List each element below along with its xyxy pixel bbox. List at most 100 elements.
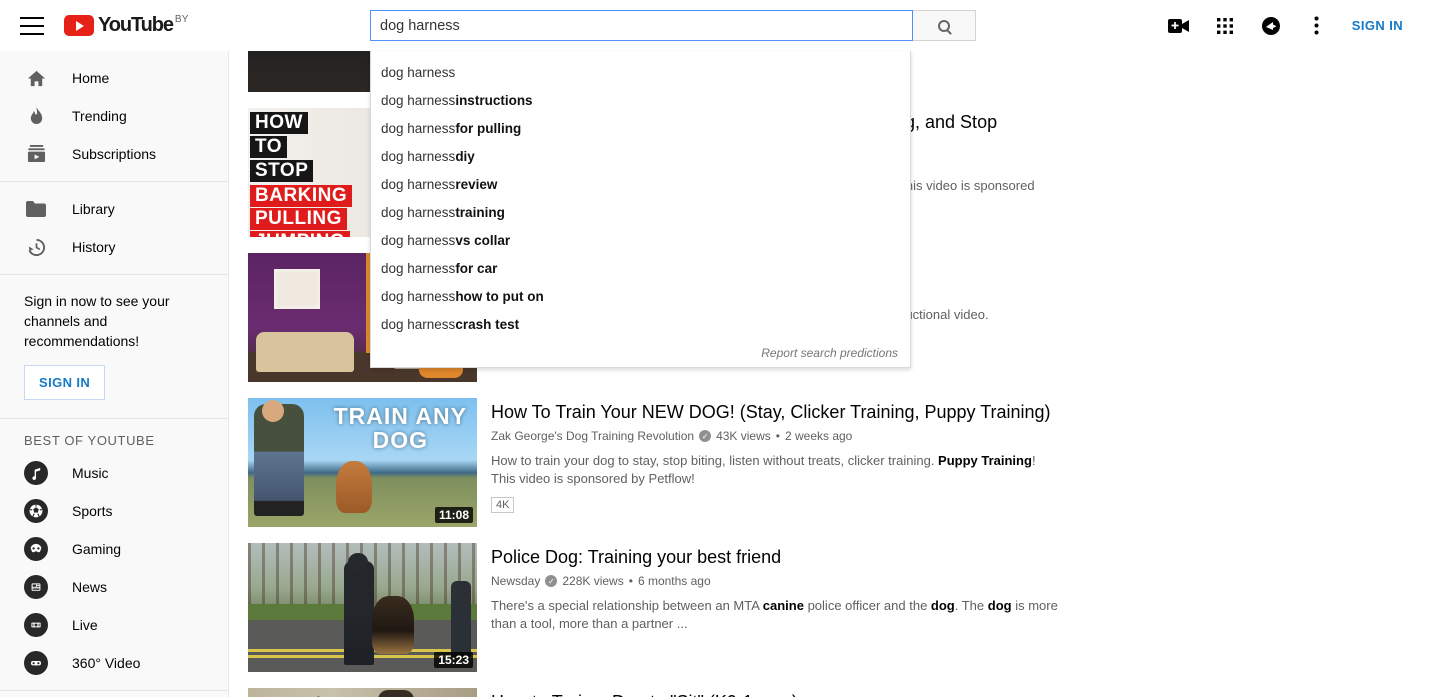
- suggestion-completion: for pulling: [455, 121, 521, 136]
- best-of-youtube-title: BEST OF YOUTUBE: [0, 433, 228, 448]
- sign-in-button-sidebar[interactable]: SIGN IN: [24, 365, 105, 400]
- sidebar-item-music[interactable]: Music: [0, 454, 228, 492]
- view-count: 228K views: [562, 574, 623, 588]
- video-description: How to train your dog to stay, stop biti…: [491, 452, 1061, 488]
- suggestion-item[interactable]: dog harness: [371, 58, 910, 86]
- sidebar-item-news[interactable]: News: [0, 568, 228, 606]
- sidebar-item-label: Gaming: [72, 541, 121, 557]
- suggestion-item[interactable]: dog harness diy: [371, 142, 910, 170]
- search-submit-button[interactable]: [913, 10, 976, 41]
- vr-goggles-icon: [24, 651, 48, 675]
- video-description: There's a special relationship between a…: [491, 597, 1061, 633]
- suggestion-text: dog harness: [381, 177, 455, 192]
- suggestion-text: dog harness: [381, 93, 455, 108]
- more-vertical-icon[interactable]: [1294, 0, 1340, 51]
- suggestion-item[interactable]: dog harness for pulling: [371, 114, 910, 142]
- video-title[interactable]: How to Train a Dog to "Sit" (K9-1.com): [491, 690, 798, 697]
- sidebar-item-live[interactable]: Live: [0, 606, 228, 644]
- sports-ball-icon: [24, 499, 48, 523]
- sidebar-item-label: Sports: [72, 503, 112, 519]
- sidebar-item-trending[interactable]: Trending: [0, 97, 228, 135]
- desc-highlight: Puppy Training: [938, 453, 1032, 468]
- sidebar-item-360-video[interactable]: 360° Video: [0, 644, 228, 682]
- sidebar-item-label: Trending: [72, 108, 127, 124]
- desc-part: How to train your dog to stay, stop biti…: [491, 453, 938, 468]
- suggestion-item[interactable]: dog harness how to put on: [371, 282, 910, 310]
- logo-country-code: BY: [175, 14, 189, 26]
- sidebar-item-subscriptions[interactable]: Subscriptions: [0, 135, 228, 173]
- video-thumbnail[interactable]: TRAIN ANYDOG 11:08: [248, 398, 477, 527]
- desc-part: There's a special relationship between a…: [491, 598, 763, 613]
- suggestion-completion: vs collar: [455, 233, 510, 248]
- suggestion-completion: review: [455, 177, 497, 192]
- suggestion-completion: for car: [455, 261, 497, 276]
- sidebar-item-library[interactable]: Library: [0, 190, 228, 228]
- search-icon: [938, 20, 950, 32]
- video-meta: How to Train a Dog to "Sit" (K9-1.com): [477, 688, 798, 697]
- header-actions: SIGN IN: [1156, 0, 1415, 51]
- search-result-item[interactable]: Phase 1 Installing How to Train a Dog to…: [229, 688, 1429, 697]
- sign-in-button-header[interactable]: SIGN IN: [1340, 18, 1415, 33]
- video-upload-icon[interactable]: [1156, 0, 1202, 51]
- suggestion-text: dog harness: [381, 261, 455, 276]
- search-result-item[interactable]: 15:23 Police Dog: Training your best fri…: [229, 543, 1429, 672]
- desc-part: police officer and the: [804, 598, 931, 613]
- video-meta: Police Dog: Training your best friend Ne…: [477, 543, 1061, 672]
- sidebar: Home Trending Subscriptions: [0, 51, 229, 697]
- suggestion-completion: how to put on: [455, 289, 543, 304]
- video-thumbnail[interactable]: 15:23: [248, 543, 477, 672]
- suggestion-item[interactable]: dog harness training: [371, 198, 910, 226]
- library-folder-icon: [24, 197, 48, 221]
- desc-highlight: dog: [931, 598, 955, 613]
- youtube-logo[interactable]: YouTube BY: [64, 14, 189, 37]
- video-title[interactable]: How To Train Your NEW DOG! (Stay, Clicke…: [491, 400, 1061, 424]
- suggestion-item[interactable]: dog harness crash test: [371, 310, 910, 338]
- desc-highlight: dog: [988, 598, 1012, 613]
- suggestion-item[interactable]: dog harness for car: [371, 254, 910, 282]
- sidebar-item-label: Live: [72, 617, 98, 633]
- music-note-icon: [24, 461, 48, 485]
- suggestion-completion: diy: [455, 149, 475, 164]
- best-of-youtube-group: BEST OF YOUTUBE Music Sports: [0, 419, 228, 691]
- channel-name[interactable]: Zak George's Dog Training Revolution: [491, 429, 694, 443]
- video-duration: 15:23: [434, 652, 473, 668]
- sidebar-item-gaming[interactable]: Gaming: [0, 530, 228, 568]
- sidebar-item-label: Home: [72, 70, 109, 86]
- logo-wordmark: YouTube: [98, 14, 173, 37]
- suggestion-item[interactable]: dog harness review: [371, 170, 910, 198]
- notifications-icon[interactable]: [1248, 0, 1294, 51]
- verified-badge-icon: ✓: [699, 430, 711, 442]
- video-title[interactable]: Police Dog: Training your best friend: [491, 545, 1061, 569]
- news-paper-icon: [24, 575, 48, 599]
- verified-badge-icon: ✓: [545, 575, 557, 587]
- view-count: 43K views: [716, 429, 771, 443]
- sidebar-item-history[interactable]: History: [0, 228, 228, 266]
- search-area: [370, 10, 976, 41]
- channel-name[interactable]: Newsday: [491, 574, 540, 588]
- suggestion-item[interactable]: dog harness instructions: [371, 86, 910, 114]
- suggestion-item[interactable]: dog harness vs collar: [371, 226, 910, 254]
- home-icon: [24, 66, 48, 90]
- subscriptions-icon: [24, 142, 48, 166]
- thumbnail-art: Phase 1 Installing: [248, 688, 477, 697]
- sidebar-item-label: Music: [72, 465, 109, 481]
- report-search-predictions-link[interactable]: Report search predictions: [371, 338, 910, 367]
- live-broadcast-icon: [24, 613, 48, 637]
- video-channel-line: Newsday ✓ 228K views • 6 months ago: [491, 574, 1061, 588]
- suggestion-completion: instructions: [455, 93, 532, 108]
- suggestion-text: dog harness: [381, 317, 455, 332]
- search-box[interactable]: [370, 10, 913, 41]
- search-input[interactable]: [380, 18, 903, 34]
- trending-flame-icon: [24, 104, 48, 128]
- sidebar-item-sports[interactable]: Sports: [0, 492, 228, 530]
- sidebar-item-home[interactable]: Home: [0, 59, 228, 97]
- video-thumbnail[interactable]: Phase 1 Installing: [248, 688, 477, 697]
- video-title[interactable]: ing, and Stop: [891, 110, 1035, 134]
- search-result-item[interactable]: TRAIN ANYDOG 11:08 How To Train Your NEW…: [229, 398, 1429, 527]
- suggestion-text: dog harness: [381, 205, 455, 220]
- sidebar-item-label: News: [72, 579, 107, 595]
- hamburger-menu-icon[interactable]: [20, 17, 44, 35]
- video-channel-line: Zak George's Dog Training Revolution ✓ 4…: [491, 429, 1061, 443]
- video-duration: 11:08: [435, 507, 473, 523]
- apps-grid-icon[interactable]: [1202, 0, 1248, 51]
